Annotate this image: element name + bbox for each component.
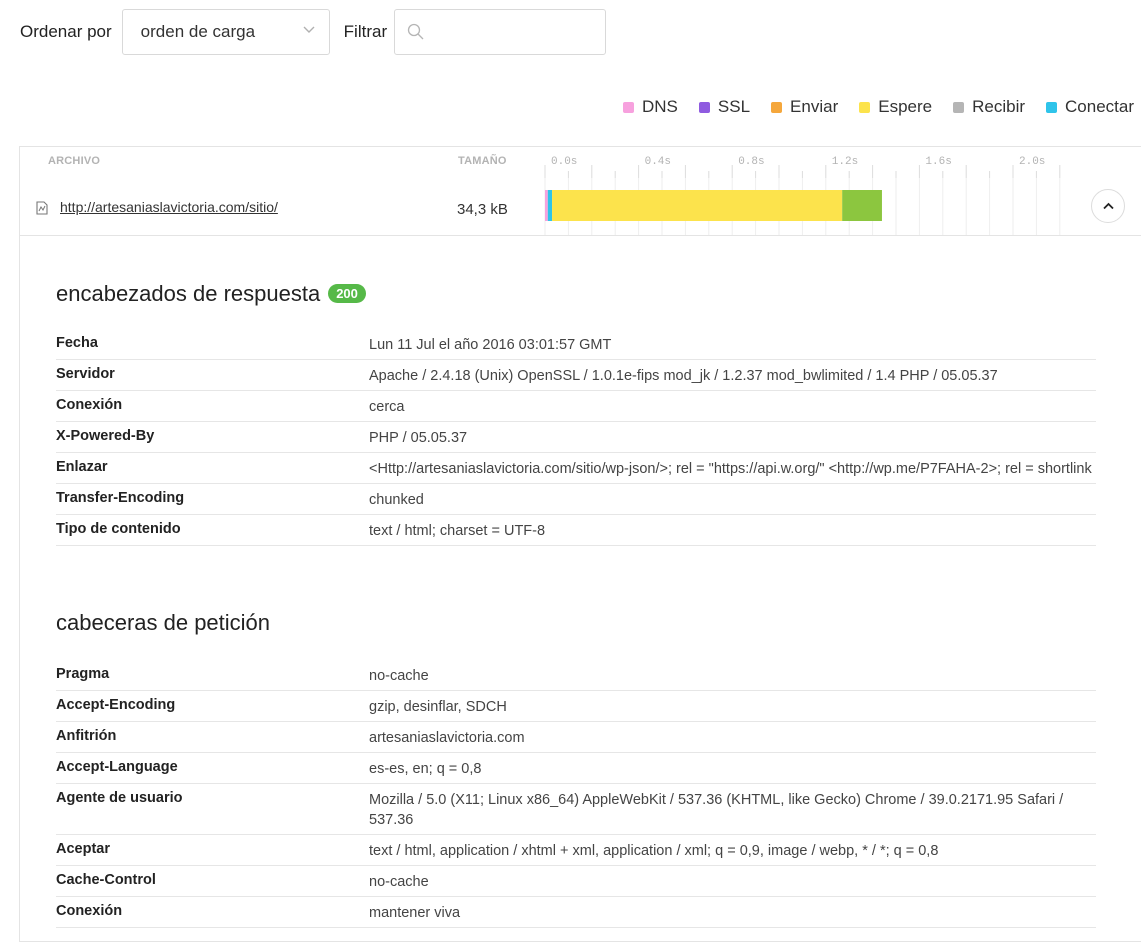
timeline-axis: 0.0s 0.4s 0.8s 1.2s 1.6s 2.0s (20, 147, 1141, 178)
filter-input[interactable] (431, 20, 601, 46)
response-header-key: Tipo de contenido (56, 521, 181, 537)
file-url-link[interactable]: http://artesaniaslavictoria.com/sitio/ (60, 199, 278, 215)
request-header-value: no-cache (369, 874, 429, 890)
response-header-value: <Http://artesaniaslavictoria.com/sitio/w… (369, 461, 1092, 477)
legend-swatch (1046, 101, 1058, 113)
timing-segment-recibir (842, 190, 882, 221)
legend-item-recibir: Recibir (953, 97, 1025, 117)
request-header-key: Conexión (56, 903, 123, 919)
response-header-key: Conexión (56, 397, 123, 413)
response-header-key: Servidor (56, 366, 115, 382)
response-header-value: PHP / 05.05.37 (369, 430, 468, 446)
response-header-row: Tipo de contenido text / html; charset = … (56, 515, 1096, 546)
request-header-value: artesaniaslavictoria.com (369, 730, 525, 746)
timeline-axis-ticks (544, 165, 1061, 178)
request-header-row: Anfitrión artesaniaslavictoria.com (56, 722, 1096, 753)
request-header-value: no-cache (369, 668, 429, 684)
timing-segment-conectar (547, 190, 553, 221)
legend-item-dns: DNS (623, 97, 678, 117)
request-header-key: Aceptar (56, 841, 110, 857)
table-header: ARCHIVO TAMAÑO 0.0s 0.4s 0.8s 1.2s 1.6s 2.0s (20, 147, 1141, 179)
chevron-down-icon (303, 26, 315, 33)
legend-label: Recibir (972, 97, 1026, 116)
request-header-row: Cache-Control no-cache (56, 866, 1096, 897)
response-header-row: Transfer-Encoding chunked (56, 484, 1096, 515)
request-header-row: Accept-Language es-es, en; q = 0,8 (56, 753, 1096, 784)
request-header-key: Pragma (56, 666, 110, 682)
legend-label: DNS (642, 97, 678, 116)
status-badge: 200 (328, 284, 366, 303)
chevron-up-icon (1103, 202, 1114, 210)
filter-label: Filtrar (343, 22, 388, 41)
request-header-value: Mozilla / 5.0 (X11; Linux x86_64) AppleW… (369, 792, 1064, 828)
request-header-value: text / html, application / xhtml + xml, … (369, 843, 939, 859)
legend-label: SSL (717, 97, 751, 116)
response-header-key: Enlazar (56, 459, 108, 475)
request-header-row: Aceptar text / html, application / xhtml … (56, 835, 1096, 866)
response-header-key: X-Powered-By (56, 428, 155, 444)
response-header-value: Apache / 2.4.18 (Unix) OpenSSL / 1.0.1e-… (369, 368, 998, 384)
request-headers-title: cabeceras de petición (56, 610, 271, 635)
response-headers-list: Fecha Lun 11 Jul el año 2016 03:01:57 GMT… (56, 329, 1096, 546)
request-header-row: Accept-Encoding gzip, desinflar, SDCH (56, 691, 1096, 722)
legend-swatch (698, 101, 710, 113)
legend-item-ssl: SSL (698, 97, 751, 117)
response-header-row: Enlazar <Http://artesaniaslavictoria.com/… (56, 453, 1096, 484)
legend-item-conectar: Conectar (1046, 97, 1134, 117)
response-header-row: Conexión cerca (56, 391, 1096, 422)
request-header-key: Anfitrión (56, 728, 117, 744)
file-size: 34,3 kB (457, 201, 508, 218)
legend-swatch (771, 101, 783, 113)
request-header-key: Accept-Language (56, 759, 178, 775)
request-headers-list: Pragma no-cache Accept-Encoding gzip, desin… (56, 660, 1096, 928)
request-header-key: Agente de usuario (56, 790, 183, 806)
response-header-value: chunked (369, 492, 424, 508)
legend-swatch (859, 101, 871, 113)
timing-segment-espere (552, 190, 843, 221)
file-icon (36, 201, 48, 215)
sort-label: Ordenar por (20, 22, 112, 41)
response-header-row: X-Powered-By PHP / 05.05.37 (56, 422, 1096, 453)
request-header-key: Cache-Control (56, 872, 156, 888)
response-header-row: Fecha Lun 11 Jul el año 2016 03:01:57 GMT (56, 329, 1096, 360)
response-header-value: text / html; charset = UTF-8 (369, 523, 546, 539)
table-row[interactable]: http://artesaniaslavictoria.com/sitio/ 3… (20, 178, 1141, 236)
legend-swatch (953, 101, 965, 113)
request-header-key: Accept-Encoding (56, 697, 176, 713)
response-header-key: Fecha (56, 335, 98, 351)
legend-label: Espere (878, 97, 933, 116)
toolbar: Ordenar por orden de carga Filtrar (20, 8, 607, 56)
request-header-value: es-es, en; q = 0,8 (369, 761, 482, 777)
response-header-row: Servidor Apache / 2.4.18 (Unix) OpenSSL /… (56, 360, 1096, 391)
network-table: ARCHIVO TAMAÑO 0.0s 0.4s 0.8s 1.2s 1.6s 2.0s … (19, 146, 1141, 942)
response-headers-title: encabezados de respuesta 200 (56, 281, 366, 307)
timing-waterfall-bar (545, 190, 882, 221)
response-headers-title-text: encabezados de respuesta (56, 281, 321, 306)
timing-segment-dns (545, 190, 548, 221)
request-header-row: Pragma no-cache (56, 660, 1096, 691)
sort-select-value: orden de carga (140, 22, 256, 41)
request-header-row: Conexión mantener viva (56, 897, 1096, 928)
search-icon (407, 23, 424, 40)
legend-label: Enviar (790, 97, 839, 116)
request-header-value: gzip, desinflar, SDCH (369, 699, 507, 715)
legend-swatch (623, 101, 634, 113)
legend-item-enviar: Enviar (771, 97, 838, 117)
response-header-value: Lun 11 Jul el año 2016 03:01:57 GMT (369, 337, 612, 353)
request-header-row: Agente de usuario Mozilla / 5.0 (X11; Lin… (56, 784, 1096, 835)
legend-item-espere: Espere (859, 97, 932, 117)
response-header-key: Transfer-Encoding (56, 490, 185, 506)
response-header-value: cerca (369, 399, 405, 415)
sort-select[interactable]: orden de carga (121, 9, 330, 55)
timing-legend: DNS SSL Enviar Espere Recibir Conectar (602, 97, 1134, 117)
filter-search-box[interactable] (394, 9, 607, 55)
request-header-value: mantener viva (369, 905, 461, 921)
collapse-button[interactable] (1091, 189, 1125, 223)
legend-label: Conectar (1065, 97, 1134, 116)
